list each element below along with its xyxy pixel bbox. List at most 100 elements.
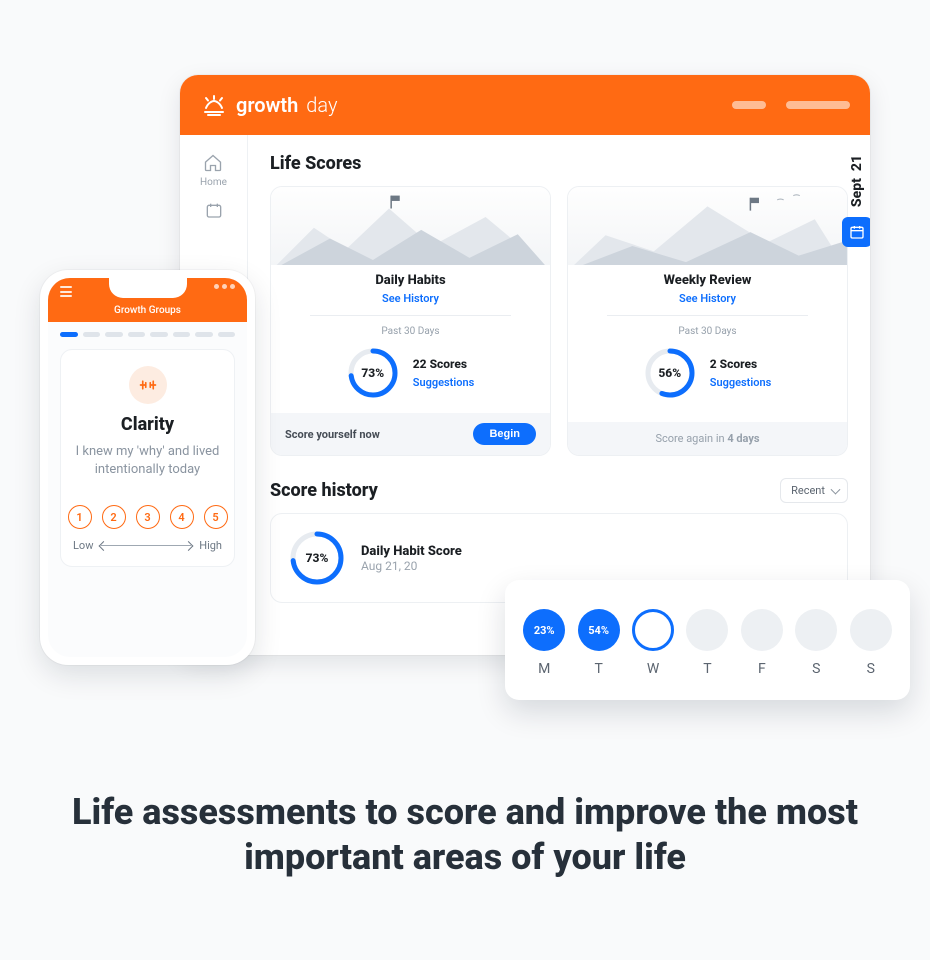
range-low: Low — [73, 539, 93, 552]
daily-stat-text: 22 Scores Suggestions — [413, 357, 475, 390]
daily-period: Past 30 Days — [271, 326, 550, 337]
calendar-icon — [849, 224, 865, 240]
progress-step-active — [60, 332, 78, 337]
date-label: Sept 21 — [849, 155, 865, 207]
marketing-headline: Life assessments to score and improve th… — [0, 790, 930, 880]
weekly-donut: 56% — [644, 347, 696, 399]
brand-name-1: growth — [236, 93, 298, 117]
phone-notch — [109, 278, 187, 298]
brand-logo[interactable]: growth day — [200, 93, 337, 117]
history-head: Score history Recent — [270, 478, 848, 503]
card-hero-illustration — [271, 187, 550, 265]
progress-indicator — [48, 322, 247, 343]
nav-item-2[interactable] — [204, 202, 224, 222]
desktop-body: Home Life Scores Daily Habits See Histor… — [180, 135, 870, 655]
day-bubble — [850, 609, 892, 651]
weekly-footer-pre: Score again in — [655, 432, 724, 445]
more-icon[interactable] — [214, 284, 235, 289]
score-option-5[interactable]: 5 — [204, 505, 228, 529]
daily-suggestions-link[interactable]: Suggestions — [413, 376, 475, 389]
daily-donut: 73% — [347, 347, 399, 399]
day-label: W — [647, 661, 659, 677]
weekly-review-card: Weekly Review See History Past 30 Days 5… — [567, 186, 848, 456]
weekly-suggestions-link[interactable]: Suggestions — [710, 376, 772, 389]
daily-pct: 73% — [347, 347, 399, 399]
brand-name-2: day — [306, 93, 337, 117]
weekly-footer-days: 4 days — [727, 432, 759, 445]
daily-footer-text: Score yourself now — [285, 428, 380, 441]
score-range: Low High — [73, 539, 222, 552]
nav-home[interactable]: Home — [200, 153, 227, 188]
day-wed[interactable]: W — [632, 609, 674, 677]
card-hero-illustration — [568, 187, 847, 265]
journal-icon — [204, 202, 224, 222]
main-content: Life Scores Daily Habits See History Pas… — [248, 135, 870, 655]
weekly-stat: 56% 2 Scores Suggestions — [568, 347, 847, 399]
date-rail: Sept 21 — [842, 155, 870, 247]
assessment-card: Clarity I knew my 'why' and lived intent… — [60, 349, 235, 567]
clarity-icon — [129, 366, 167, 404]
day-sat[interactable]: S — [795, 609, 837, 677]
clarity-description: I knew my 'why' and lived intentionally … — [73, 443, 222, 479]
topbar: growth day — [180, 75, 870, 135]
score-option-2[interactable]: 2 — [102, 505, 126, 529]
topbar-placeholder — [786, 101, 850, 109]
menu-icon[interactable] — [60, 286, 72, 297]
day-label: T — [594, 661, 602, 677]
divider — [607, 315, 808, 316]
history-text: Daily Habit Score Aug 21, 20 — [361, 544, 462, 573]
calendar-button[interactable] — [842, 217, 870, 247]
history-pct: 73% — [289, 530, 345, 586]
weekly-pct: 56% — [644, 347, 696, 399]
history-title: Daily Habit Score — [361, 544, 462, 559]
history-heading: Score history — [270, 480, 378, 501]
daily-history-link[interactable]: See History — [271, 292, 550, 305]
nav-home-label: Home — [200, 177, 227, 188]
phone-screen: Growth Groups Clarity I knew my 'why' an… — [48, 278, 247, 657]
daily-stat: 73% 22 Scores Suggestions — [271, 347, 550, 399]
topbar-placeholder — [732, 101, 766, 109]
day-mon[interactable]: 23%M — [523, 609, 565, 677]
weekly-count: 2 Scores — [710, 357, 772, 371]
life-scores-heading: Life Scores — [270, 153, 848, 174]
history-donut: 73% — [289, 530, 345, 586]
mobile-app: Growth Groups Clarity I knew my 'why' an… — [40, 270, 255, 665]
home-icon — [203, 153, 223, 173]
day-label: T — [703, 661, 711, 677]
phone-header-title: Growth Groups — [114, 305, 181, 322]
day-sun[interactable]: S — [850, 609, 892, 677]
day-label: M — [538, 661, 550, 677]
phone-topbar: Growth Groups — [48, 278, 247, 322]
range-high: High — [199, 539, 222, 552]
weekly-history-link[interactable]: See History — [568, 292, 847, 305]
score-option-4[interactable]: 4 — [170, 505, 194, 529]
score-option-1[interactable]: 1 — [68, 505, 92, 529]
day-thu[interactable]: T — [686, 609, 728, 677]
day-label: S — [867, 661, 875, 677]
weekly-footer: Score again in 4 days — [568, 422, 847, 455]
daily-footer: Score yourself now Begin — [271, 413, 550, 455]
score-cards: Daily Habits See History Past 30 Days 73… — [270, 186, 848, 456]
desktop-app: growthday Home Life Scores Dail — [180, 75, 870, 655]
recent-dropdown[interactable]: Recent — [780, 478, 848, 503]
divider — [310, 315, 511, 316]
score-selector: 1 2 3 4 5 — [68, 505, 228, 529]
day-bubble — [632, 609, 674, 651]
day-label: S — [812, 661, 820, 677]
range-line — [101, 545, 191, 546]
week-scores: 23%M 54% T W T F S S — [505, 580, 910, 700]
begin-button[interactable]: Begin — [473, 423, 536, 445]
day-bubble — [686, 609, 728, 651]
day-tue[interactable]: 54% T — [578, 609, 620, 677]
weekly-title: Weekly Review — [568, 273, 847, 288]
day-label: F — [758, 661, 766, 677]
day-bubble — [741, 609, 783, 651]
score-option-3[interactable]: 3 — [136, 505, 160, 529]
daily-habits-card: Daily Habits See History Past 30 Days 73… — [270, 186, 551, 456]
day-bubble: 54% — [578, 609, 620, 651]
daily-count: 22 Scores — [413, 357, 475, 371]
day-fri[interactable]: F — [741, 609, 783, 677]
day-bubble — [795, 609, 837, 651]
sun-icon — [200, 94, 228, 116]
history-date: Aug 21, 20 — [361, 559, 462, 573]
